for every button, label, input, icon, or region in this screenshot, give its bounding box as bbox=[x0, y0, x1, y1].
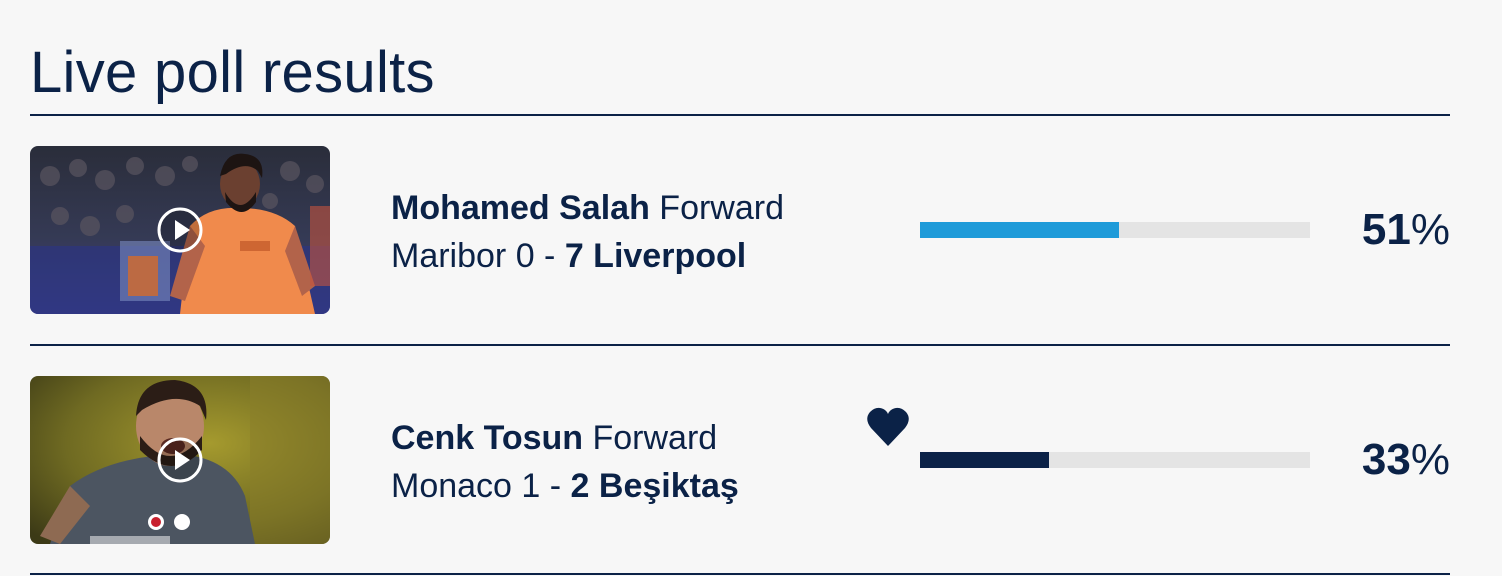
row-divider bbox=[30, 344, 1450, 346]
percent-symbol: % bbox=[1410, 205, 1450, 254]
heart-icon[interactable] bbox=[866, 406, 910, 448]
player-name[interactable]: Cenk Tosun bbox=[391, 419, 583, 457]
play-icon[interactable] bbox=[157, 437, 203, 483]
vote-bar-fill bbox=[920, 222, 1119, 238]
video-thumbnail[interactable] bbox=[30, 376, 330, 544]
vote-bar bbox=[920, 452, 1310, 468]
poll-title: Live poll results bbox=[30, 40, 435, 105]
poll-result-row: Mohamed Salah Forward Maribor 0 - 7 Live… bbox=[30, 146, 1450, 314]
video-thumbnail[interactable] bbox=[30, 146, 330, 314]
player-position: Forward bbox=[659, 189, 784, 227]
vote-percent: 51% bbox=[1362, 204, 1450, 256]
player-position: Forward bbox=[592, 419, 718, 457]
player-name-line: Mohamed Salah Forward bbox=[391, 184, 784, 232]
live-poll-panel: Live poll results Mohamed Salah Forward … bbox=[30, 0, 1450, 576]
player-name-line: Cenk Tosun Forward bbox=[391, 414, 739, 462]
player-info: Mohamed Salah Forward Maribor 0 - 7 Live… bbox=[391, 184, 784, 280]
match-result: Monaco 1 - 2 Beşiktaş bbox=[391, 462, 739, 510]
player-name[interactable]: Mohamed Salah bbox=[391, 189, 650, 227]
percent-symbol: % bbox=[1410, 435, 1450, 484]
match-winner: 7 Liverpool bbox=[564, 237, 747, 275]
vote-percent: 33% bbox=[1362, 434, 1450, 486]
vote-bar bbox=[920, 222, 1310, 238]
match-home: Maribor 0 - bbox=[391, 237, 556, 275]
player-info: Cenk Tosun Forward Monaco 1 - 2 Beşiktaş bbox=[391, 414, 739, 510]
title-divider bbox=[30, 114, 1450, 116]
percent-value: 33 bbox=[1361, 435, 1411, 484]
match-home: Monaco 1 - bbox=[391, 467, 562, 505]
play-icon[interactable] bbox=[157, 207, 203, 253]
percent-value: 51 bbox=[1361, 205, 1411, 254]
poll-result-row: Cenk Tosun Forward Monaco 1 - 2 Beşiktaş… bbox=[30, 376, 1450, 544]
vote-bar-fill bbox=[920, 452, 1049, 468]
match-result: Maribor 0 - 7 Liverpool bbox=[391, 232, 784, 280]
bottom-divider bbox=[30, 573, 1450, 575]
match-winner: 2 Beşiktaş bbox=[570, 467, 739, 505]
